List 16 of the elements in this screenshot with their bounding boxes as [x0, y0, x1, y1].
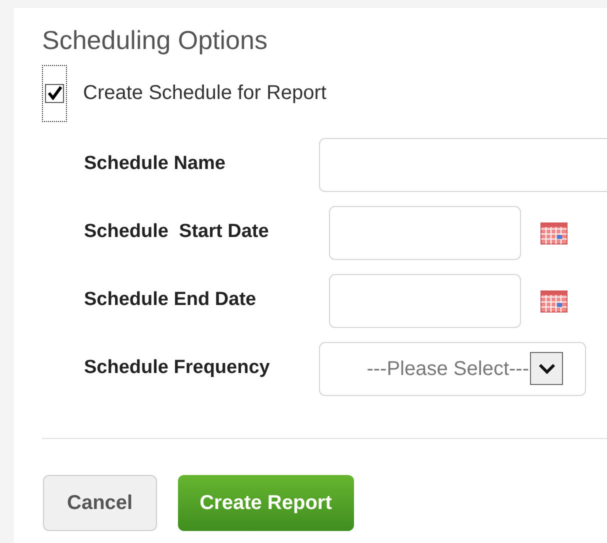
calendar-icon[interactable]	[540, 220, 568, 244]
field-label: Schedule Start Date	[84, 220, 270, 244]
cancel-button[interactable]: Cancel	[43, 474, 157, 530]
frequency-dropdown[interactable]: ---Please Select---	[319, 342, 586, 396]
date-field[interactable]	[329, 206, 521, 260]
calendar-icon[interactable]	[540, 288, 568, 312]
field-label: Schedule Frequency	[84, 356, 271, 380]
section-title: Scheduling Options	[42, 24, 268, 56]
checkbox-label: Create Schedule for Report	[83, 81, 326, 106]
field-label: Schedule End Date	[84, 288, 258, 312]
checkmark-icon	[46, 86, 62, 100]
schedule-checkbox[interactable]	[42, 64, 67, 122]
text-field[interactable]	[319, 138, 607, 192]
date-field[interactable]	[329, 274, 521, 328]
create-report-button[interactable]: Create Report	[178, 474, 354, 530]
field-label: Schedule Name	[84, 152, 226, 176]
